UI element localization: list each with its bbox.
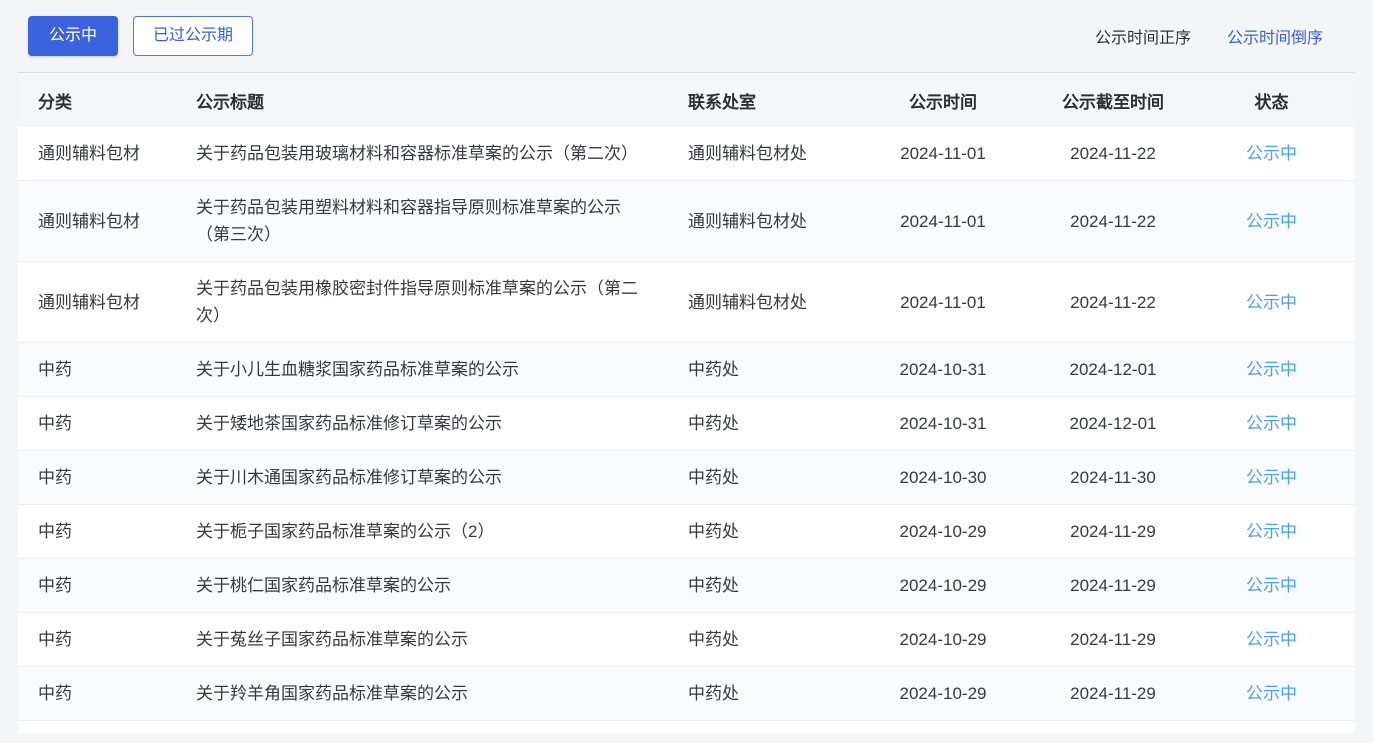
cell-office: 中药处 (668, 667, 848, 721)
column-header-office: 联系处室 (668, 73, 848, 127)
status-link[interactable]: 公示中 (1188, 667, 1355, 721)
cell-category: 中药 (18, 397, 176, 451)
cell-office: 通则辅料包材处 (668, 181, 848, 262)
table-row: 中药关于川木通国家药品标准修订草案的公示中药处2024-10-302024-11… (18, 451, 1355, 505)
status-link[interactable]: 公示中 (1188, 613, 1355, 667)
cell-deadline-date: 2024-11-29 (1038, 505, 1188, 559)
cell-publish-date: 2024-11-01 (848, 262, 1038, 343)
sort-desc-link[interactable]: 公示时间倒序 (1227, 24, 1323, 48)
table-row: 中药关于栀子国家药品标准草案的公示（2）中药处2024-10-292024-11… (18, 505, 1355, 559)
cell-office: 中药处 (668, 397, 848, 451)
cell-deadline-date: 2024-12-01 (1038, 397, 1188, 451)
cell-office: 中药处 (668, 559, 848, 613)
notice-title-link[interactable]: 关于羚羊角国家药品标准草案的公示 (176, 667, 668, 721)
column-header-publish-date: 公示时间 (848, 73, 1038, 127)
table-row: 中药关于小儿生血糖浆国家药品标准草案的公示中药处2024-10-312024-1… (18, 343, 1355, 397)
status-filter-group: 公示中 已过公示期 (28, 16, 253, 56)
cell-publish-date: 2024-10-29 (848, 559, 1038, 613)
cell-category: 通则辅料包材 (18, 127, 176, 181)
table-row: 通则辅料包材关于药品包装用橡胶密封件指导原则标准草案的公示（第二次）通则辅料包材… (18, 262, 1355, 343)
cell-category: 中药 (18, 343, 176, 397)
table-header-row: 分类 公示标题 联系处室 公示时间 公示截至时间 状态 (18, 73, 1355, 127)
notice-table-container: 分类 公示标题 联系处室 公示时间 公示截至时间 状态 通则辅料包材关于药品包装… (18, 72, 1355, 733)
cell-office: 中药处 (668, 451, 848, 505)
status-link[interactable]: 公示中 (1188, 397, 1355, 451)
notice-title-link[interactable]: 关于药品包装用玻璃材料和容器标准草案的公示（第二次） (176, 127, 668, 181)
cell-deadline-date: 2024-11-22 (1038, 127, 1188, 181)
notice-title-link[interactable]: 关于矮地茶国家药品标准修订草案的公示 (176, 397, 668, 451)
notice-title-link[interactable]: 关于药品包装用塑料材料和容器指导原则标准草案的公示（第三次） (176, 181, 668, 262)
cell-office: 通则辅料包材处 (668, 127, 848, 181)
filter-button-active[interactable]: 公示中 (28, 16, 118, 56)
cell-deadline-date: 2024-11-29 (1038, 613, 1188, 667)
cell-publish-date: 2024-10-31 (848, 397, 1038, 451)
cell-category: 通则辅料包材 (18, 262, 176, 343)
status-link[interactable]: 公示中 (1188, 451, 1355, 505)
sort-asc-link[interactable]: 公示时间正序 (1095, 24, 1191, 48)
cell-category: 通则辅料包材 (18, 181, 176, 262)
status-link[interactable]: 公示中 (1188, 262, 1355, 343)
cell-category: 中药 (18, 559, 176, 613)
cell-publish-date: 2024-10-29 (848, 505, 1038, 559)
cell-category: 中药 (18, 667, 176, 721)
cell-office: 中药处 (668, 505, 848, 559)
notice-table: 分类 公示标题 联系处室 公示时间 公示截至时间 状态 通则辅料包材关于药品包装… (18, 73, 1355, 721)
cell-category: 中药 (18, 505, 176, 559)
table-row: 中药关于桃仁国家药品标准草案的公示中药处2024-10-292024-11-29… (18, 559, 1355, 613)
table-body: 通则辅料包材关于药品包装用玻璃材料和容器标准草案的公示（第二次）通则辅料包材处2… (18, 127, 1355, 721)
cell-category: 中药 (18, 613, 176, 667)
filter-button-expired[interactable]: 已过公示期 (133, 16, 253, 56)
table-row: 中药关于羚羊角国家药品标准草案的公示中药处2024-10-292024-11-2… (18, 667, 1355, 721)
sort-links: 公示时间正序 公示时间倒序 (1095, 24, 1323, 48)
cell-deadline-date: 2024-11-29 (1038, 559, 1188, 613)
cell-deadline-date: 2024-11-29 (1038, 667, 1188, 721)
cell-deadline-date: 2024-11-30 (1038, 451, 1188, 505)
status-link[interactable]: 公示中 (1188, 127, 1355, 181)
column-header-title: 公示标题 (176, 73, 668, 127)
cell-office: 中药处 (668, 613, 848, 667)
notice-title-link[interactable]: 关于菟丝子国家药品标准草案的公示 (176, 613, 668, 667)
column-header-deadline-date: 公示截至时间 (1038, 73, 1188, 127)
cell-publish-date: 2024-10-31 (848, 343, 1038, 397)
table-row: 通则辅料包材关于药品包装用塑料材料和容器指导原则标准草案的公示（第三次）通则辅料… (18, 181, 1355, 262)
cell-publish-date: 2024-10-29 (848, 613, 1038, 667)
cell-deadline-date: 2024-11-22 (1038, 262, 1188, 343)
cell-publish-date: 2024-11-01 (848, 181, 1038, 262)
notice-title-link[interactable]: 关于桃仁国家药品标准草案的公示 (176, 559, 668, 613)
cell-deadline-date: 2024-11-22 (1038, 181, 1188, 262)
notice-title-link[interactable]: 关于川木通国家药品标准修订草案的公示 (176, 451, 668, 505)
status-link[interactable]: 公示中 (1188, 181, 1355, 262)
cell-publish-date: 2024-11-01 (848, 127, 1038, 181)
cell-office: 通则辅料包材处 (668, 262, 848, 343)
status-link[interactable]: 公示中 (1188, 343, 1355, 397)
table-row: 中药关于菟丝子国家药品标准草案的公示中药处2024-10-292024-11-2… (18, 613, 1355, 667)
column-header-status: 状态 (1188, 73, 1355, 127)
notice-list-page: 公示中 已过公示期 公示时间正序 公示时间倒序 分类 公示标题 联系处室 公示时… (0, 0, 1373, 733)
cell-office: 中药处 (668, 343, 848, 397)
toolbar: 公示中 已过公示期 公示时间正序 公示时间倒序 (18, 0, 1355, 72)
cell-category: 中药 (18, 451, 176, 505)
table-row: 中药关于矮地茶国家药品标准修订草案的公示中药处2024-10-312024-12… (18, 397, 1355, 451)
status-link[interactable]: 公示中 (1188, 559, 1355, 613)
status-link[interactable]: 公示中 (1188, 505, 1355, 559)
column-header-category: 分类 (18, 73, 176, 127)
notice-title-link[interactable]: 关于栀子国家药品标准草案的公示（2） (176, 505, 668, 559)
cell-deadline-date: 2024-12-01 (1038, 343, 1188, 397)
cell-publish-date: 2024-10-30 (848, 451, 1038, 505)
cell-publish-date: 2024-10-29 (848, 667, 1038, 721)
notice-title-link[interactable]: 关于药品包装用橡胶密封件指导原则标准草案的公示（第二次） (176, 262, 668, 343)
notice-title-link[interactable]: 关于小儿生血糖浆国家药品标准草案的公示 (176, 343, 668, 397)
table-row: 通则辅料包材关于药品包装用玻璃材料和容器标准草案的公示（第二次）通则辅料包材处2… (18, 127, 1355, 181)
